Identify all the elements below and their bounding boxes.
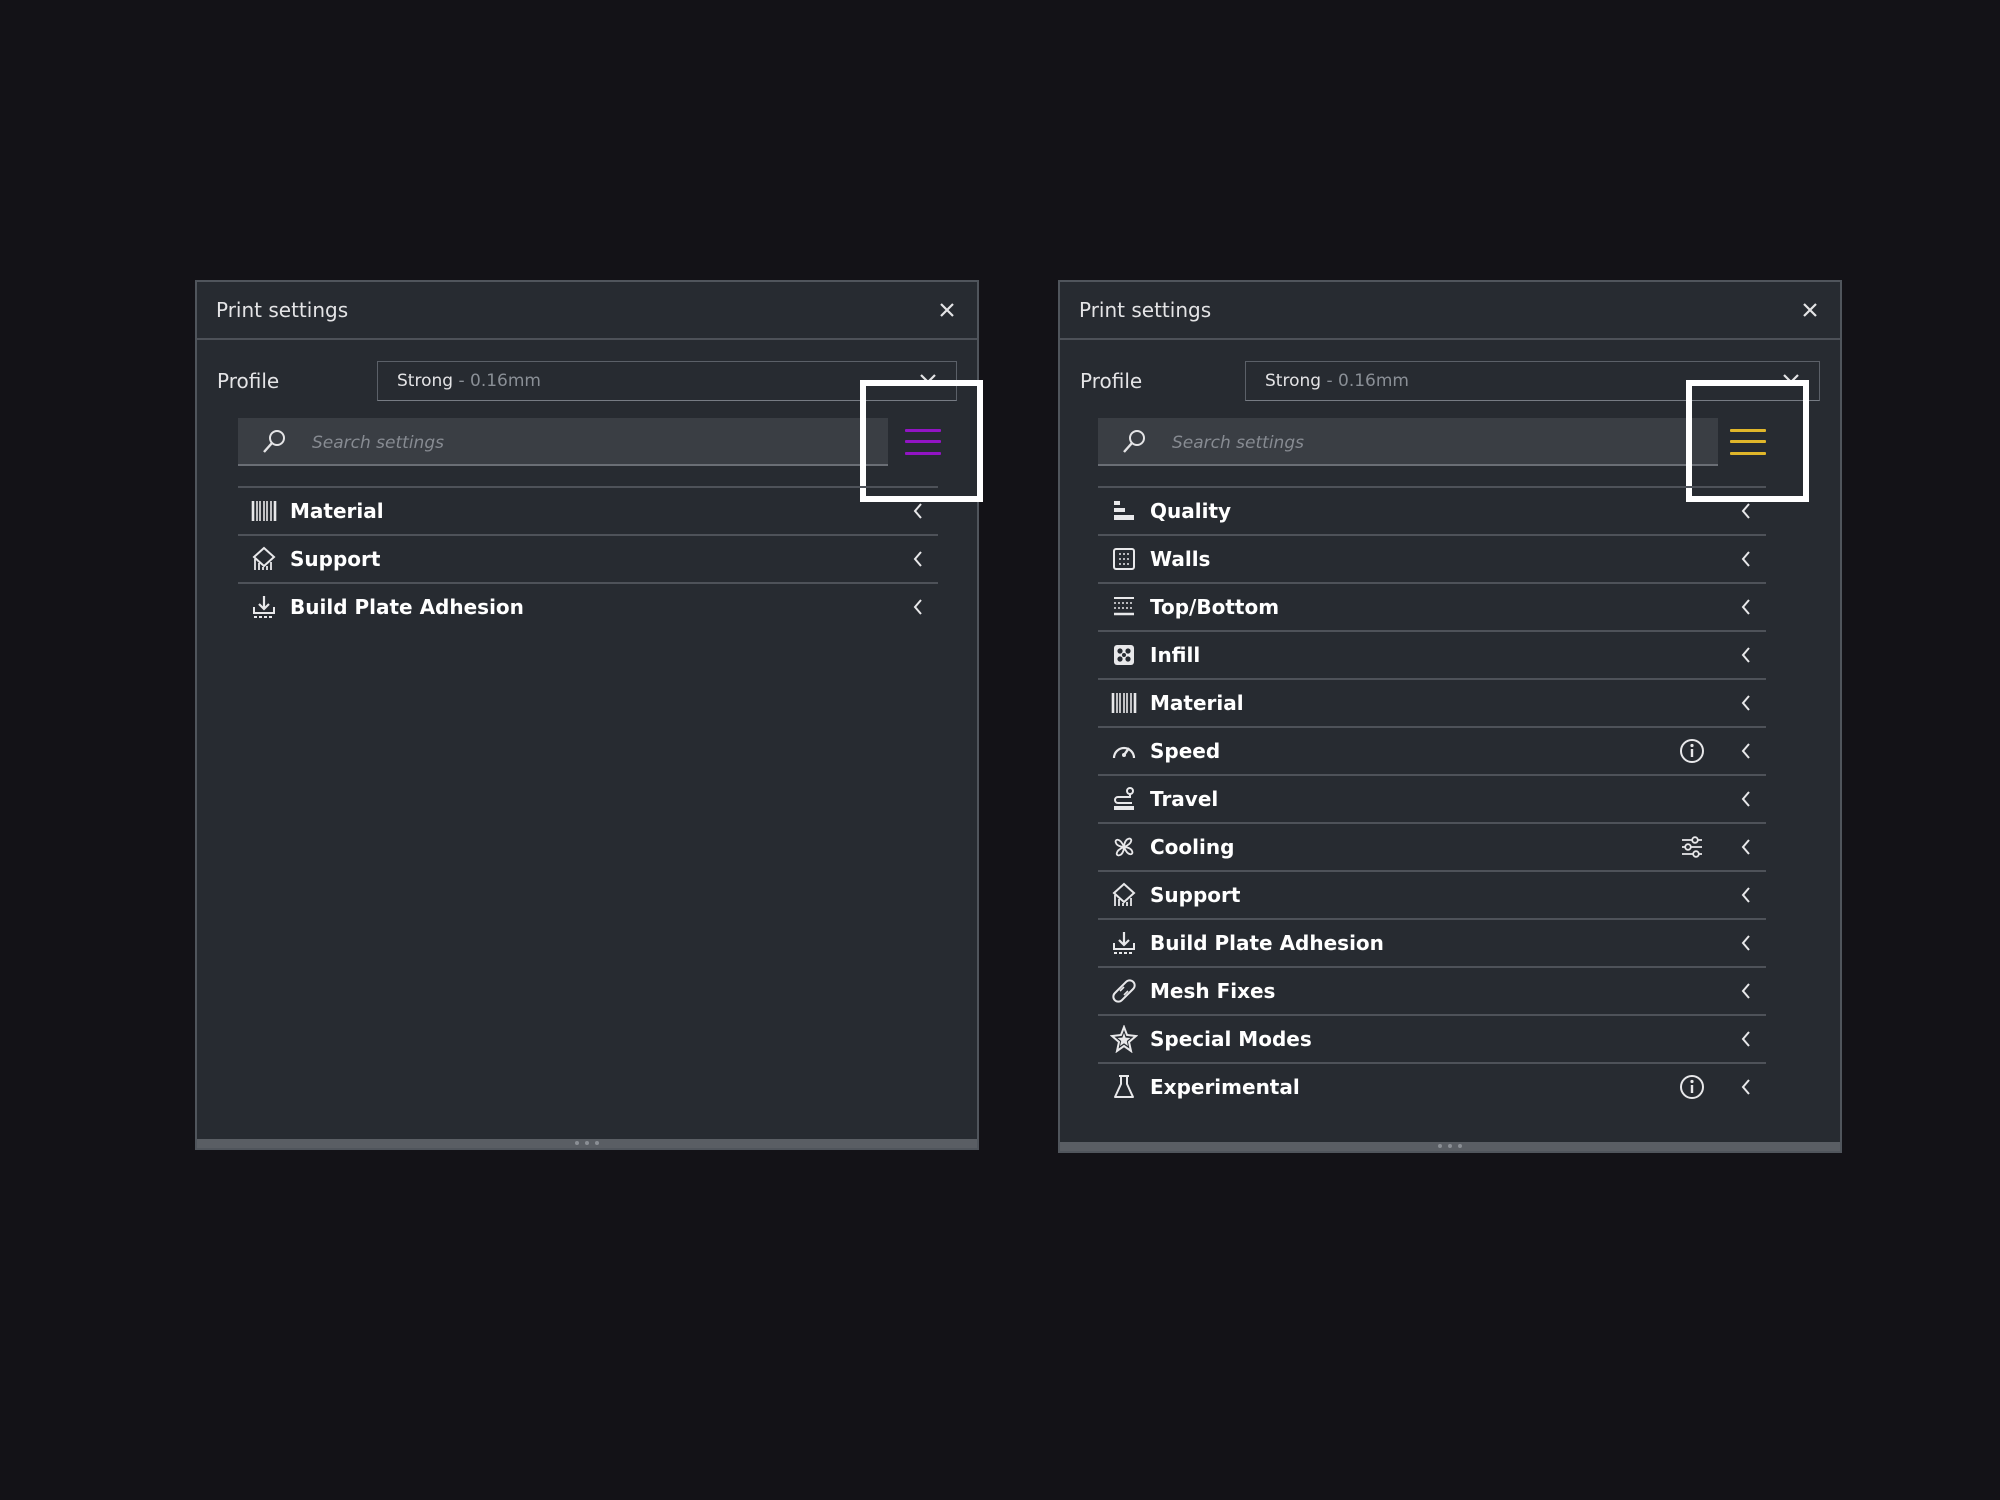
category-label: Material bbox=[1150, 691, 1244, 715]
print-settings-panel-left: Print settings Profile Strong - 0.16mm M… bbox=[195, 280, 983, 1150]
search-box bbox=[1098, 418, 1718, 466]
search-box bbox=[238, 418, 888, 466]
speed-icon bbox=[1112, 746, 1136, 759]
chevron-left-icon[interactable] bbox=[1740, 693, 1752, 713]
category-experimental[interactable]: Experimental bbox=[1098, 1062, 1766, 1110]
category-material[interactable]: Material bbox=[238, 486, 938, 534]
chevron-left-icon[interactable] bbox=[1740, 885, 1752, 905]
category-list: Material Support Build Plate Adhesion bbox=[238, 486, 938, 630]
profile-name: Strong bbox=[397, 371, 454, 391]
category-build-plate-adhesion[interactable]: Build Plate Adhesion bbox=[1098, 918, 1766, 966]
panel-title: Print settings bbox=[216, 298, 349, 322]
adhesion-icon bbox=[1113, 932, 1135, 954]
top-bottom-icon bbox=[1114, 597, 1134, 616]
chevron-left-icon[interactable] bbox=[1740, 837, 1752, 857]
category-label: Special Modes bbox=[1150, 1027, 1312, 1051]
chevron-left-icon[interactable] bbox=[1740, 501, 1752, 521]
category-label: Build Plate Adhesion bbox=[1150, 931, 1384, 955]
quality-icon bbox=[1114, 501, 1134, 520]
profile-value: Strong - 0.16mm bbox=[397, 371, 541, 391]
category-label: Mesh Fixes bbox=[1150, 979, 1276, 1003]
category-speed[interactable]: Speed bbox=[1098, 726, 1766, 774]
category-label: Cooling bbox=[1150, 835, 1235, 859]
chevron-left-icon[interactable] bbox=[1740, 645, 1752, 665]
profile-name: Strong bbox=[1265, 371, 1322, 391]
chevron-left-icon[interactable] bbox=[1740, 981, 1752, 1001]
highlight-box bbox=[1686, 380, 1809, 502]
category-infill[interactable]: Infill bbox=[1098, 630, 1766, 678]
category-top-bottom[interactable]: Top/Bottom bbox=[1098, 582, 1766, 630]
material-icon bbox=[1111, 693, 1137, 713]
profile-separator: - bbox=[453, 371, 470, 391]
support-icon bbox=[1112, 882, 1136, 906]
category-quality[interactable]: Quality bbox=[1098, 486, 1766, 534]
category-label: Top/Bottom bbox=[1150, 595, 1280, 619]
category-travel[interactable]: Travel bbox=[1098, 774, 1766, 822]
resize-handle[interactable] bbox=[1060, 1142, 1840, 1151]
category-label: Material bbox=[290, 499, 384, 523]
profile-label: Profile bbox=[217, 369, 280, 393]
adhesion-icon bbox=[253, 596, 275, 618]
category-list: Quality Walls Top/Bottom Infill Material Spee… bbox=[1098, 486, 1766, 1110]
material-icon bbox=[251, 501, 277, 521]
panel-header: Print settings bbox=[197, 282, 977, 340]
category-label: Support bbox=[1150, 883, 1241, 907]
search-input[interactable] bbox=[1170, 428, 1554, 458]
category-label: Quality bbox=[1150, 499, 1232, 523]
chevron-left-icon[interactable] bbox=[912, 549, 924, 569]
search-icon bbox=[263, 430, 285, 453]
profile-layer-height: 0.16mm bbox=[1338, 371, 1409, 391]
category-build-plate-adhesion[interactable]: Build Plate Adhesion bbox=[238, 582, 938, 630]
chevron-left-icon[interactable] bbox=[1740, 597, 1752, 617]
special-modes-icon bbox=[1110, 1025, 1138, 1053]
category-label: Build Plate Adhesion bbox=[290, 595, 524, 619]
profile-separator: - bbox=[1321, 371, 1338, 391]
category-label: Speed bbox=[1150, 739, 1221, 763]
profile-label: Profile bbox=[1080, 369, 1143, 393]
travel-icon bbox=[1114, 787, 1134, 810]
category-support[interactable]: Support bbox=[1098, 870, 1766, 918]
info-icon[interactable] bbox=[1678, 1073, 1706, 1101]
close-icon[interactable] bbox=[935, 298, 959, 322]
category-special-modes[interactable]: Special Modes bbox=[1098, 1014, 1766, 1062]
category-walls[interactable]: Walls bbox=[1098, 534, 1766, 582]
category-label: Travel bbox=[1150, 787, 1219, 811]
walls-icon bbox=[1113, 548, 1135, 570]
search-icon bbox=[1123, 430, 1145, 453]
mesh-fixes-icon bbox=[1112, 979, 1136, 1003]
chevron-left-icon[interactable] bbox=[1740, 549, 1752, 569]
chevron-left-icon[interactable] bbox=[1740, 1077, 1752, 1097]
cooling-icon bbox=[1114, 837, 1134, 857]
print-settings-panel-right: Print settings Profile Strong - 0.16mm Q… bbox=[1058, 280, 1842, 1153]
panel-header: Print settings bbox=[1060, 282, 1840, 340]
search-input[interactable] bbox=[310, 428, 694, 458]
chevron-left-icon[interactable] bbox=[1740, 1029, 1752, 1049]
category-label: Walls bbox=[1150, 547, 1211, 571]
info-icon[interactable] bbox=[1678, 737, 1706, 765]
experimental-icon bbox=[1114, 1075, 1134, 1098]
category-label: Infill bbox=[1150, 643, 1201, 667]
infill-icon bbox=[1114, 645, 1134, 665]
chevron-left-icon[interactable] bbox=[1740, 789, 1752, 809]
chevron-left-icon[interactable] bbox=[1740, 741, 1752, 761]
sliders-icon[interactable] bbox=[1678, 833, 1706, 861]
category-label: Experimental bbox=[1150, 1075, 1300, 1099]
close-icon[interactable] bbox=[1798, 298, 1822, 322]
category-support[interactable]: Support bbox=[238, 534, 938, 582]
profile-value: Strong - 0.16mm bbox=[1265, 371, 1409, 391]
panel-title: Print settings bbox=[1079, 298, 1212, 322]
chevron-left-icon[interactable] bbox=[912, 597, 924, 617]
category-label: Support bbox=[290, 547, 381, 571]
profile-row: Profile Strong - 0.16mm bbox=[217, 361, 957, 403]
profile-layer-height: 0.16mm bbox=[470, 371, 541, 391]
category-material[interactable]: Material bbox=[1098, 678, 1766, 726]
chevron-left-icon[interactable] bbox=[912, 501, 924, 521]
category-cooling[interactable]: Cooling bbox=[1098, 822, 1766, 870]
support-icon bbox=[252, 546, 276, 570]
highlight-box bbox=[860, 380, 983, 502]
chevron-left-icon[interactable] bbox=[1740, 933, 1752, 953]
category-mesh-fixes[interactable]: Mesh Fixes bbox=[1098, 966, 1766, 1014]
resize-handle[interactable] bbox=[197, 1139, 977, 1148]
